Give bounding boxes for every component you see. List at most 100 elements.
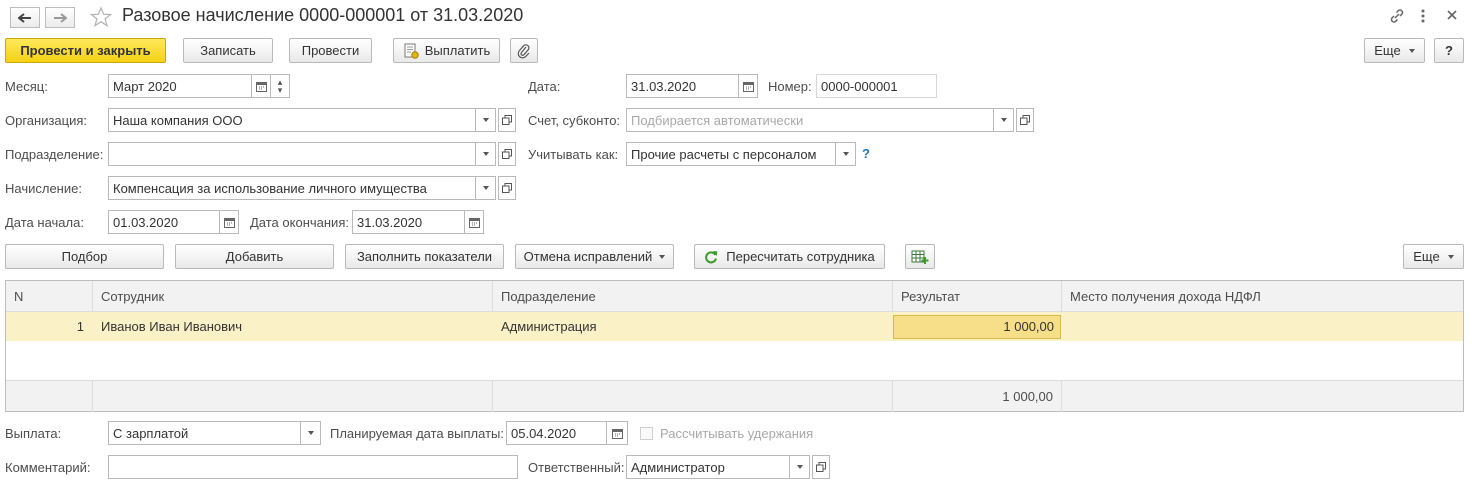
footer-cell-ndfl-place (1062, 381, 1463, 412)
post-and-close-button[interactable]: Провести и закрыть (5, 38, 166, 63)
account-as-dropdown-button[interactable] (835, 142, 856, 166)
open-window-icon (502, 115, 512, 125)
organization-open-button[interactable] (498, 108, 516, 132)
recalc-employee-label: Пересчитать сотрудника (726, 249, 875, 264)
number-label: Номер: (768, 79, 812, 94)
payment-label: Выплата: (5, 426, 62, 441)
pick-button[interactable]: Подбор (5, 244, 164, 269)
account-label: Счет, субконто: (528, 113, 621, 128)
chevron-down-icon (1000, 118, 1007, 122)
row-department[interactable]: Администрация (493, 312, 893, 341)
department-dropdown-button[interactable] (475, 142, 496, 166)
attach-button[interactable] (510, 38, 538, 63)
chevron-down-icon (796, 465, 803, 469)
calendar-icon (468, 217, 480, 228)
cancel-corrections-button[interactable]: Отмена исправлений (515, 244, 674, 269)
responsible-open-button[interactable] (812, 455, 830, 479)
post-button[interactable]: Провести (289, 38, 372, 63)
open-window-icon (502, 149, 512, 159)
chevron-down-icon (1447, 254, 1454, 259)
stepper-down-icon[interactable]: ▾ (278, 86, 283, 95)
account-as-field[interactable]: Прочие расчеты с персоналом (626, 142, 836, 166)
column-header-n[interactable]: N (6, 281, 93, 312)
accruals-table[interactable]: N Сотрудник Подразделение Результат Мест… (5, 280, 1464, 412)
payment-dropdown-button[interactable] (300, 421, 321, 445)
account-open-button[interactable] (1016, 108, 1034, 132)
back-button[interactable] (10, 7, 40, 28)
account-as-help-icon[interactable]: ? (862, 146, 870, 161)
planned-date-calendar-button[interactable] (606, 421, 628, 445)
start-date-label: Дата начала: (5, 215, 84, 230)
chevron-down-icon (842, 152, 849, 156)
paperclip-icon (517, 43, 530, 58)
help-button[interactable]: ? (1434, 38, 1464, 63)
fill-indicators-button[interactable]: Заполнить показатели (345, 244, 504, 269)
close-icon[interactable] (1446, 9, 1458, 24)
responsible-field[interactable]: Администратор (626, 455, 790, 479)
document-pay-icon (404, 43, 419, 59)
chevron-down-icon (1408, 48, 1415, 53)
comment-label: Комментарий: (5, 460, 91, 475)
table-settings-button[interactable] (905, 244, 935, 269)
column-header-result[interactable]: Результат (893, 281, 1062, 312)
planned-date-label: Планируемая дата выплаты: (330, 426, 504, 441)
end-date-field[interactable]: 31.03.2020 (352, 210, 465, 234)
open-window-icon (816, 462, 826, 472)
comment-field[interactable] (108, 455, 518, 479)
department-open-button[interactable] (498, 142, 516, 166)
month-calendar-button[interactable] (251, 74, 271, 98)
column-header-ndfl-place[interactable]: Место получения дохода НДФЛ (1062, 281, 1463, 312)
account-field[interactable]: Подбирается автоматически (626, 108, 994, 132)
row-employee[interactable]: Иванов Иван Иванович (93, 312, 493, 341)
calendar-icon (611, 428, 623, 439)
save-button[interactable]: Записать (183, 38, 273, 63)
month-field[interactable]: Март 2020 (108, 74, 252, 98)
table-more-label: Еще (1413, 249, 1440, 264)
cancel-corrections-label: Отмена исправлений (523, 249, 653, 264)
end-date-calendar-button[interactable] (464, 210, 484, 234)
more-button[interactable]: Еще (1364, 38, 1425, 63)
start-date-field[interactable]: 01.03.2020 (108, 210, 220, 234)
add-button[interactable]: Добавить (175, 244, 334, 269)
chevron-down-icon (482, 118, 489, 122)
footer-cell-employee (93, 381, 493, 412)
accrual-open-button[interactable] (498, 176, 516, 200)
month-label: Месяц: (5, 79, 48, 94)
footer-cell-n (6, 381, 93, 412)
favorite-star-icon[interactable] (89, 6, 113, 31)
planned-date-field[interactable]: 05.04.2020 (506, 421, 607, 445)
start-date-calendar-button[interactable] (219, 210, 239, 234)
table-add-icon (911, 250, 929, 264)
date-calendar-button[interactable] (738, 74, 758, 98)
recalc-employee-button[interactable]: Пересчитать сотрудника (694, 244, 885, 269)
row-ndfl-place[interactable] (1062, 312, 1463, 341)
refresh-icon (705, 250, 718, 263)
arrow-right-icon (54, 12, 67, 23)
chevron-down-icon (307, 431, 314, 435)
row-result-cell[interactable]: 1 000,00 (893, 315, 1061, 339)
organization-dropdown-button[interactable] (475, 108, 496, 132)
footer-cell-department (493, 381, 893, 412)
date-field[interactable]: 31.03.2020 (626, 74, 739, 98)
chevron-down-icon (482, 152, 489, 156)
table-row[interactable]: 1 Иванов Иван Иванович Администрация 1 0… (6, 312, 1463, 341)
responsible-dropdown-button[interactable] (789, 455, 810, 479)
table-more-button[interactable]: Еще (1403, 244, 1464, 269)
end-date-label: Дата окончания: (250, 215, 349, 230)
accrual-field[interactable]: Компенсация за использование личного иму… (108, 176, 476, 200)
account-as-label: Учитывать как: (528, 147, 619, 162)
department-field[interactable] (108, 142, 476, 166)
link-icon[interactable] (1388, 7, 1406, 28)
column-header-employee[interactable]: Сотрудник (93, 281, 493, 312)
organization-field[interactable]: Наша компания ООО (108, 108, 476, 132)
number-field[interactable]: 0000-000001 (816, 74, 937, 98)
pay-button[interactable]: Выплатить (393, 38, 500, 63)
payment-field[interactable]: С зарплатой (108, 421, 301, 445)
account-dropdown-button[interactable] (993, 108, 1014, 132)
column-header-department[interactable]: Подразделение (493, 281, 893, 312)
more-menu-icon[interactable] (1420, 8, 1426, 27)
month-stepper[interactable]: ▴ ▾ (270, 74, 290, 98)
accrual-dropdown-button[interactable] (475, 176, 496, 200)
forward-button[interactable] (45, 7, 75, 28)
deductions-checkbox[interactable] (640, 427, 653, 440)
